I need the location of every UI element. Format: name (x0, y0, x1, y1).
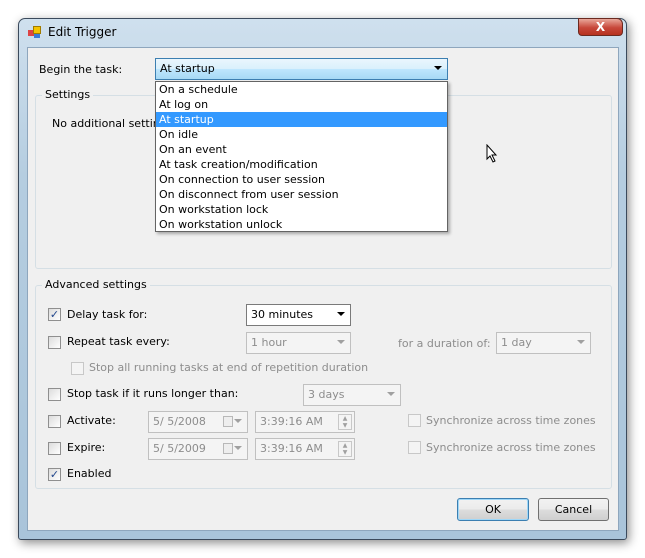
chevron-down-icon (387, 392, 395, 396)
begin-task-value: At startup (160, 62, 215, 75)
activate-label: Activate: (67, 414, 116, 427)
settings-label: Settings (42, 88, 94, 101)
chevron-down-icon (337, 312, 345, 316)
dropdown-option[interactable]: At task creation/modification (156, 157, 447, 172)
begin-task-dropdown-list: On a schedule At log on At startup On id… (155, 81, 448, 232)
dropdown-option[interactable]: On disconnect from user session (156, 187, 447, 202)
activate-sync-label: Synchronize across time zones (426, 414, 596, 427)
expire-checkbox[interactable] (48, 442, 61, 455)
begin-task-combo[interactable]: At startup (155, 58, 448, 80)
delay-checkbox[interactable]: ✓ (48, 308, 61, 321)
chevron-down-icon (234, 446, 242, 450)
cancel-button[interactable]: Cancel (538, 498, 609, 521)
activate-sync-checkbox[interactable] (408, 414, 421, 427)
chevron-down-icon (577, 340, 585, 344)
dropdown-option[interactable]: On workstation lock (156, 202, 447, 217)
dropdown-option[interactable]: On idle (156, 127, 447, 142)
spinner-icon[interactable]: ▲ ▼ (338, 441, 352, 457)
chevron-down-icon (434, 66, 442, 70)
delay-value: 30 minutes (251, 308, 314, 321)
repeat-label: Repeat task every: (67, 335, 170, 348)
repeat-checkbox[interactable] (48, 336, 61, 349)
chevron-down-icon (337, 340, 345, 344)
duration-label: for a duration of: (398, 337, 491, 350)
enabled-checkbox[interactable]: ✓ (48, 468, 61, 481)
enabled-label: Enabled (67, 467, 112, 480)
calendar-icon (223, 416, 233, 427)
dropdown-option[interactable]: On connection to user session (156, 172, 447, 187)
expire-date-picker[interactable]: 5/ 5/2009 (148, 438, 248, 460)
window-title: Edit Trigger (48, 25, 117, 39)
begin-task-label: Begin the task: (39, 63, 123, 76)
calendar-icon (223, 443, 233, 454)
dropdown-option[interactable]: On a schedule (156, 82, 447, 97)
dropdown-option[interactable]: On an event (156, 142, 447, 157)
dropdown-option[interactable]: On workstation unlock (156, 217, 447, 232)
activate-time: 3:39:16 AM (260, 415, 323, 428)
repeat-value: 1 hour (251, 336, 287, 349)
ok-button[interactable]: OK (457, 498, 529, 521)
expire-sync-label: Synchronize across time zones (426, 441, 596, 454)
settings-text: No additional settin (52, 117, 160, 130)
chevron-down-icon (234, 419, 242, 423)
expire-sync-checkbox[interactable] (408, 441, 421, 454)
expire-time-picker[interactable]: 3:39:16 AM ▲ ▼ (255, 438, 355, 460)
expire-date: 5/ 5/2009 (153, 442, 206, 455)
stop-all-label: Stop all running tasks at end of repetit… (89, 361, 369, 374)
activate-checkbox[interactable] (48, 415, 61, 428)
delay-combo[interactable]: 30 minutes (246, 304, 351, 326)
expire-time: 3:39:16 AM (260, 442, 323, 455)
stop-all-checkbox[interactable] (71, 362, 84, 375)
stop-task-combo[interactable]: 3 days (303, 384, 401, 406)
repeat-combo[interactable]: 1 hour (246, 332, 351, 354)
stop-task-label: Stop task if it runs longer than: (67, 387, 239, 400)
stop-task-value: 3 days (308, 388, 345, 401)
delay-label: Delay task for: (67, 308, 148, 321)
mouse-cursor-icon (486, 144, 498, 163)
close-button[interactable]: X (578, 18, 623, 36)
dropdown-option-selected[interactable]: At startup (156, 112, 447, 127)
duration-value: 1 day (501, 336, 532, 349)
activate-date-picker[interactable]: 5/ 5/2008 (148, 411, 248, 433)
activate-date: 5/ 5/2008 (153, 415, 206, 428)
duration-combo[interactable]: 1 day (496, 332, 591, 354)
app-icon (28, 26, 41, 38)
spinner-icon[interactable]: ▲ ▼ (338, 414, 352, 430)
dropdown-option[interactable]: At log on (156, 97, 447, 112)
expire-label: Expire: (67, 441, 106, 454)
advanced-settings-label: Advanced settings (42, 278, 150, 291)
activate-time-picker[interactable]: 3:39:16 AM ▲ ▼ (255, 411, 355, 433)
stop-task-checkbox[interactable] (48, 388, 61, 401)
